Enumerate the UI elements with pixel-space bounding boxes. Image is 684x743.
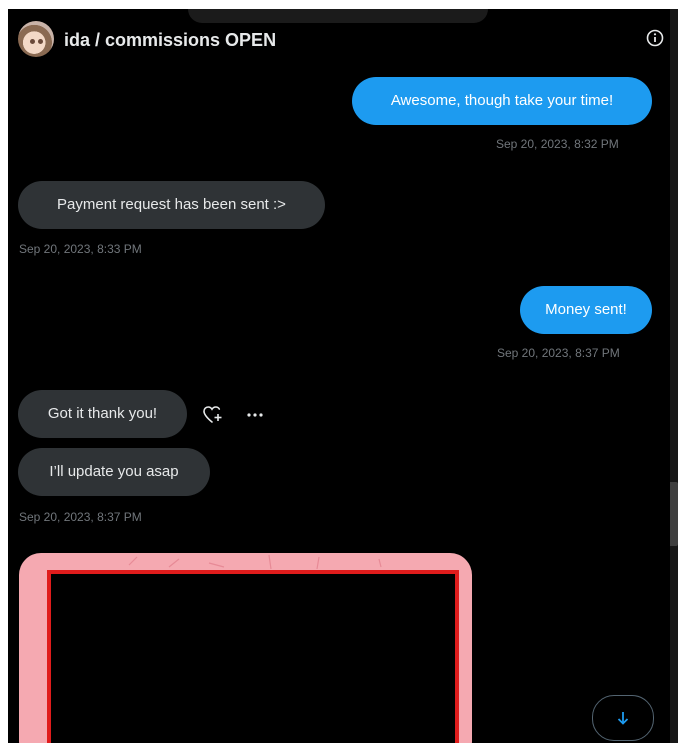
profile-avatar[interactable] bbox=[18, 21, 54, 57]
info-circle-icon[interactable] bbox=[646, 29, 664, 47]
conversation-header: ida / commissions OPEN bbox=[8, 9, 670, 65]
more-horizontal-icon[interactable] bbox=[245, 411, 265, 419]
attachment-image-content bbox=[47, 570, 459, 743]
scroll-to-bottom-button[interactable] bbox=[592, 695, 654, 741]
heart-plus-icon[interactable] bbox=[202, 405, 224, 425]
message-timestamp: Sep 20, 2023, 8:33 PM bbox=[19, 242, 142, 256]
message-bubble-incoming[interactable]: Got it thank you! bbox=[18, 390, 187, 438]
message-timestamp: Sep 20, 2023, 8:37 PM bbox=[497, 346, 620, 360]
image-attachment[interactable] bbox=[19, 553, 472, 743]
message-timestamp: Sep 20, 2023, 8:32 PM bbox=[496, 137, 619, 151]
conversation-title[interactable]: ida / commissions OPEN bbox=[64, 29, 276, 51]
avatar-eye bbox=[38, 39, 43, 44]
message-timestamp: Sep 20, 2023, 8:37 PM bbox=[19, 510, 142, 524]
message-bubble-incoming[interactable]: Payment request has been sent :> bbox=[18, 181, 325, 229]
message-bubble-outgoing[interactable]: Awesome, though take your time! bbox=[352, 77, 652, 125]
avatar-eye bbox=[30, 39, 35, 44]
conversation-panel: ida / commissions OPEN Awesome, though t… bbox=[8, 9, 670, 743]
arrow-down-icon bbox=[617, 712, 629, 725]
message-bubble-incoming[interactable]: I’ll update you asap bbox=[18, 448, 210, 496]
message-bubble-outgoing[interactable]: Money sent! bbox=[520, 286, 652, 334]
